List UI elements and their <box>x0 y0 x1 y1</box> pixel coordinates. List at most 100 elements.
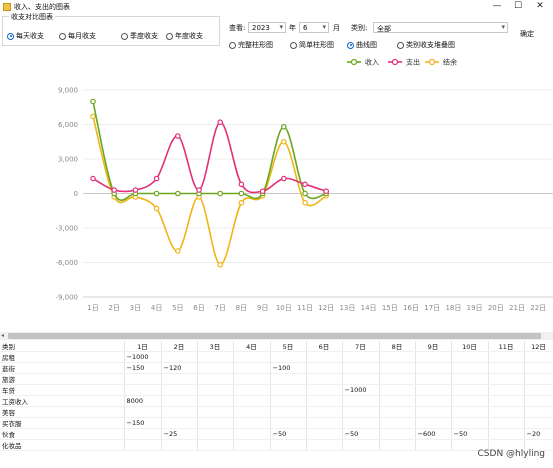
column-header[interactable]: 10日 <box>451 341 489 352</box>
column-header[interactable]: 8日 <box>379 341 416 352</box>
table-cell[interactable] <box>197 439 234 451</box>
row-category-cell[interactable]: 逛街 <box>0 362 125 374</box>
period-radio-2[interactable]: 每月收支 <box>59 31 96 41</box>
table-cell[interactable] <box>488 417 525 429</box>
table-cell[interactable] <box>197 384 234 396</box>
table-cell[interactable] <box>161 417 198 429</box>
column-header[interactable]: 4日 <box>233 341 271 352</box>
table-cell[interactable] <box>197 417 234 429</box>
table-cell[interactable] <box>161 406 198 418</box>
table-cell[interactable] <box>124 384 162 396</box>
table-cell[interactable] <box>197 428 234 440</box>
table-cell[interactable] <box>270 395 307 407</box>
table-cell[interactable] <box>488 428 525 440</box>
table-cell[interactable] <box>306 362 343 374</box>
table-cell[interactable] <box>379 417 416 429</box>
table-cell[interactable] <box>415 439 452 451</box>
period-radio-3[interactable]: 季度收支 <box>121 31 158 41</box>
table-cell[interactable] <box>379 373 416 385</box>
period-radio-1[interactable]: 每天收支 <box>7 31 44 41</box>
table-cell[interactable] <box>451 384 489 396</box>
column-header[interactable]: 1日 <box>124 341 162 352</box>
table-row[interactable]: 买衣服 −150 <box>0 417 553 429</box>
table-cell[interactable] <box>379 384 416 396</box>
table-cell[interactable] <box>342 439 380 451</box>
table-cell[interactable] <box>524 373 553 385</box>
category-select[interactable]: 全部 ▾ <box>373 22 508 33</box>
table-cell[interactable]: −50 <box>270 428 307 440</box>
table-row[interactable]: 伙食 −25 −50 −50 −600 −50 −20 <box>0 428 553 440</box>
table-cell[interactable] <box>197 362 234 374</box>
scroll-left-icon[interactable]: ◂ <box>1 332 4 339</box>
chart-type-radio-1[interactable]: 完整柱形图 <box>229 40 273 50</box>
table-cell[interactable] <box>451 417 489 429</box>
table-cell[interactable] <box>306 406 343 418</box>
table-cell[interactable] <box>415 373 452 385</box>
table-cell[interactable] <box>415 395 452 407</box>
table-cell[interactable] <box>306 384 343 396</box>
table-cell[interactable] <box>488 384 525 396</box>
table-row[interactable]: 工资收入 8000 <box>0 395 553 407</box>
row-category-cell[interactable]: 车贷 <box>0 384 125 396</box>
column-header[interactable]: 类别 <box>0 341 125 352</box>
table-cell[interactable] <box>197 373 234 385</box>
year-select[interactable]: 2023 ▾ <box>248 22 286 33</box>
table-cell[interactable] <box>197 406 234 418</box>
table-cell[interactable] <box>524 362 553 374</box>
table-row[interactable]: 旅游 <box>0 373 553 385</box>
table-cell[interactable] <box>161 439 198 451</box>
table-cell[interactable] <box>233 373 271 385</box>
table-cell[interactable] <box>124 406 162 418</box>
table-cell[interactable] <box>524 406 553 418</box>
table-cell[interactable] <box>451 351 489 363</box>
table-cell[interactable]: −600 <box>415 428 452 440</box>
table-cell[interactable] <box>415 417 452 429</box>
table-row[interactable]: 房租 −1000 <box>0 351 553 363</box>
table-cell[interactable] <box>342 417 380 429</box>
column-header[interactable]: 9日 <box>415 341 452 352</box>
table-cell[interactable]: −25 <box>161 428 198 440</box>
table-cell[interactable] <box>524 384 553 396</box>
table-cell[interactable]: −100 <box>270 362 307 374</box>
column-header[interactable]: 5日 <box>270 341 307 352</box>
column-header[interactable]: 12日 <box>524 341 553 352</box>
table-cell[interactable] <box>306 439 343 451</box>
column-header[interactable]: 2日 <box>161 341 198 352</box>
table-cell[interactable]: −1000 <box>342 384 380 396</box>
table-cell[interactable] <box>306 351 343 363</box>
table-cell[interactable] <box>233 351 271 363</box>
table-cell[interactable] <box>124 428 162 440</box>
table-cell[interactable] <box>161 351 198 363</box>
row-category-cell[interactable]: 美容 <box>0 406 125 418</box>
table-cell[interactable] <box>270 384 307 396</box>
row-category-cell[interactable]: 化妆品 <box>0 439 125 451</box>
table-cell[interactable] <box>379 428 416 440</box>
minimize-button[interactable]: — <box>489 1 505 12</box>
table-cell[interactable] <box>415 384 452 396</box>
table-cell[interactable] <box>270 417 307 429</box>
table-cell[interactable] <box>451 395 489 407</box>
table-cell[interactable] <box>415 362 452 374</box>
table-cell[interactable] <box>306 373 343 385</box>
table-cell[interactable] <box>233 384 271 396</box>
table-cell[interactable] <box>124 373 162 385</box>
table-cell[interactable] <box>451 406 489 418</box>
column-header[interactable]: 7日 <box>342 341 380 352</box>
scrollbar-thumb[interactable] <box>8 333 541 339</box>
table-cell[interactable] <box>233 362 271 374</box>
table-cell[interactable] <box>379 406 416 418</box>
row-category-cell[interactable]: 买衣服 <box>0 417 125 429</box>
maximize-button[interactable]: ☐ <box>510 1 526 12</box>
period-radio-4[interactable]: 年度收支 <box>166 31 203 41</box>
table-cell[interactable] <box>524 395 553 407</box>
table-cell[interactable] <box>379 439 416 451</box>
table-cell[interactable]: −1000 <box>124 351 162 363</box>
table-cell[interactable] <box>306 395 343 407</box>
table-cell[interactable] <box>161 384 198 396</box>
table-cell[interactable] <box>197 395 234 407</box>
table-cell[interactable] <box>488 351 525 363</box>
month-select[interactable]: 6 ▾ <box>299 22 329 33</box>
confirm-button[interactable]: 确定 <box>520 29 534 39</box>
chart-type-radio-4[interactable]: 类别收支堆叠图 <box>397 40 455 50</box>
column-header[interactable]: 6日 <box>306 341 343 352</box>
